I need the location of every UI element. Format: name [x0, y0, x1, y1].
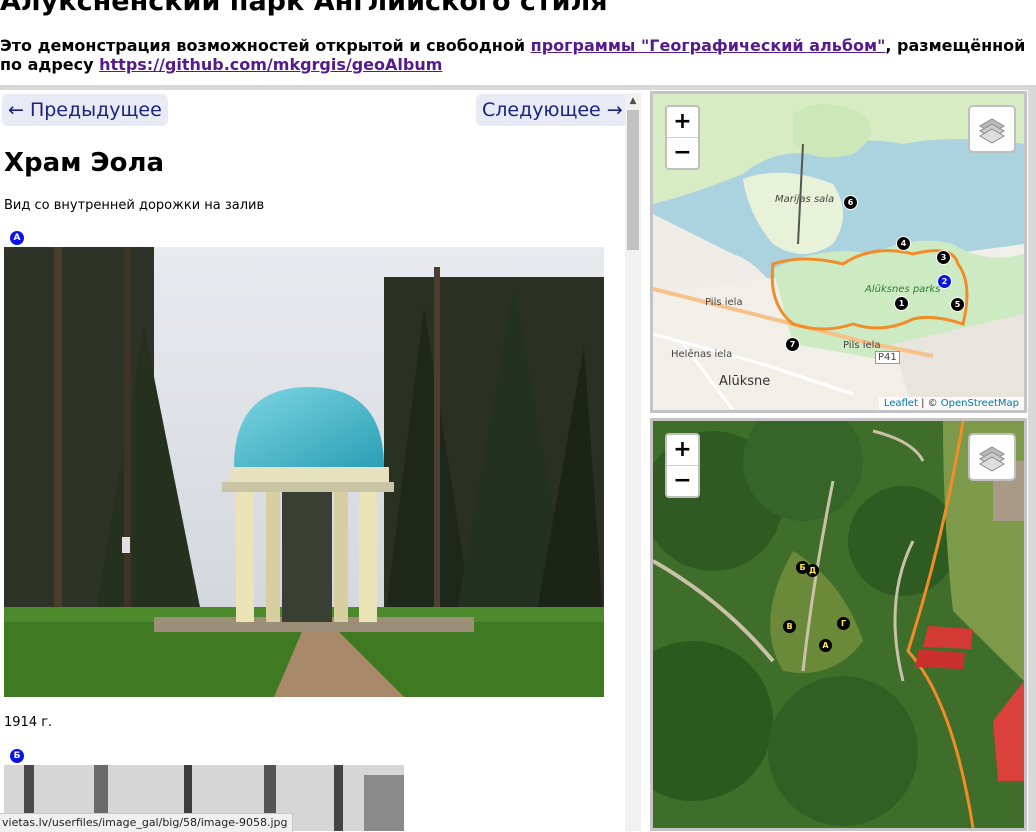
sat-marker-v[interactable]: В: [783, 620, 796, 633]
photo-caption: 1914 г.: [4, 715, 53, 730]
street-label-2: Helēnas iela: [671, 349, 733, 360]
intro-text: Это демонстрация возможностей открытой и…: [0, 36, 1030, 74]
program-link[interactable]: программы "Географический альбом": [531, 36, 886, 55]
map-marker-2[interactable]: 2: [937, 274, 952, 289]
map-marker-5[interactable]: 5: [950, 297, 965, 312]
attribution-separator: | ©: [917, 398, 941, 409]
item-caption: Вид со внутренней дорожки на залив: [4, 198, 265, 213]
zoom-in-button[interactable]: +: [667, 107, 698, 138]
overview-zoom-control: + −: [665, 105, 700, 170]
town-label: Alūksne: [719, 374, 771, 389]
satellite-map[interactable]: Б Д В Г А + −: [650, 418, 1027, 831]
layers-stack-icon: [979, 118, 1005, 144]
album-scrollbar[interactable]: ▲: [625, 93, 641, 831]
map-marker-1[interactable]: 1: [894, 296, 909, 311]
intro-prefix: Это демонстрация возможностей открытой и…: [0, 36, 531, 55]
status-bar-url: vietas.lv/userfiles/image_gal/big/58/ima…: [0, 813, 293, 832]
page-title: Алуксненский парк Английского стиля: [0, 0, 608, 17]
satellite-zoom-control: + −: [665, 433, 700, 498]
scroll-up-arrow-icon[interactable]: ▲: [625, 93, 641, 109]
zoom-out-button[interactable]: −: [667, 138, 698, 168]
temple-photo[interactable]: [4, 247, 604, 697]
sat-marker-a[interactable]: А: [819, 639, 832, 652]
osm-link[interactable]: OpenStreetMap: [941, 398, 1019, 409]
road-label: P41: [875, 351, 900, 364]
scroll-thumb[interactable]: [627, 110, 639, 250]
sat-marker-g[interactable]: Г: [837, 617, 850, 630]
map-attribution: Leaflet | © OpenStreetMap: [878, 397, 1024, 410]
photo-marker-b[interactable]: Б: [10, 749, 24, 763]
overview-map[interactable]: Marijas sala Alūksnes parks Alūksne P41 …: [650, 91, 1027, 413]
sat-layers-stack-icon: [979, 446, 1005, 472]
prev-button[interactable]: ← Предыдущее: [2, 94, 168, 126]
leaflet-link[interactable]: Leaflet: [884, 398, 918, 409]
map-marker-7[interactable]: 7: [785, 337, 800, 352]
sat-layers-icon[interactable]: [968, 433, 1016, 481]
next-button[interactable]: Следующее →: [476, 94, 629, 126]
right-edge-divider: [1028, 90, 1036, 831]
map-marker-4[interactable]: 4: [896, 236, 911, 251]
map-marker-6[interactable]: 6: [843, 195, 858, 210]
map-marker-3[interactable]: 3: [936, 250, 951, 265]
sat-zoom-out-button[interactable]: −: [667, 466, 698, 496]
park-label: Alūksnes parks: [865, 284, 941, 295]
item-title: Храм Эола: [4, 148, 165, 178]
layers-icon[interactable]: [968, 105, 1016, 153]
sat-marker-d[interactable]: Д: [806, 564, 819, 577]
github-link[interactable]: https://github.com/mkgrgis/geoAlbum: [99, 55, 442, 74]
street-label-1: Pils iela: [705, 297, 743, 308]
island-label: Marijas sala: [775, 194, 835, 205]
photo-marker-a[interactable]: А: [10, 231, 24, 245]
sat-zoom-in-button[interactable]: +: [667, 435, 698, 466]
temple-photo-image: [4, 247, 604, 697]
street-label-3: Pils iela: [843, 340, 881, 351]
